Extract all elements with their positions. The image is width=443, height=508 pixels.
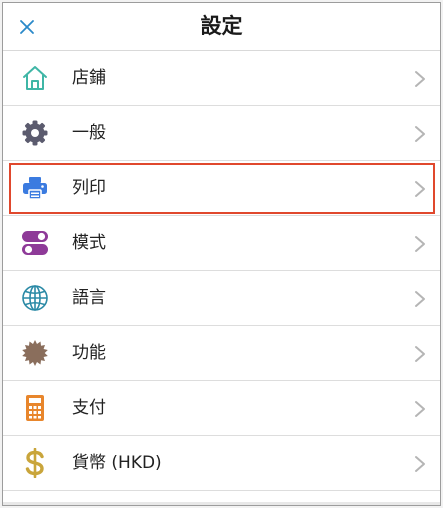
chevron-right-icon: [415, 181, 425, 197]
settings-item-label: 語言: [72, 288, 106, 308]
footer-divider: [3, 502, 440, 505]
settings-item-features[interactable]: 功能: [3, 326, 440, 381]
calculator-icon: [20, 393, 50, 423]
header: 設定: [3, 3, 440, 51]
settings-item-label: 支付: [72, 398, 106, 418]
settings-item-label: 功能: [72, 343, 106, 363]
settings-item-general[interactable]: 一般: [3, 106, 440, 161]
settings-item-language[interactable]: 語言: [3, 271, 440, 326]
chevron-right-icon: [415, 401, 425, 417]
settings-item-label: 店鋪: [72, 68, 106, 88]
chevron-right-icon: [415, 236, 425, 252]
dollar-icon: [20, 448, 50, 478]
toggle-icon: [20, 228, 50, 258]
settings-item-payment[interactable]: 支付: [3, 381, 440, 436]
chevron-right-icon: [415, 71, 425, 87]
settings-item-label: 一般: [72, 123, 106, 143]
badge-icon: [20, 338, 50, 368]
globe-icon: [20, 283, 50, 313]
settings-list: 店鋪 一般 列印 模式 語言 功能 支付 貨幣 (HKD): [3, 51, 440, 491]
chevron-right-icon: [415, 291, 425, 307]
chevron-right-icon: [415, 346, 425, 362]
gear-icon: [20, 118, 50, 148]
chevron-right-icon: [415, 126, 425, 142]
settings-item-print[interactable]: 列印: [3, 161, 440, 216]
store-icon: [20, 63, 50, 93]
settings-item-currency[interactable]: 貨幣 (HKD): [3, 436, 440, 491]
settings-item-mode[interactable]: 模式: [3, 216, 440, 271]
settings-item-store[interactable]: 店鋪: [3, 51, 440, 106]
chevron-right-icon: [415, 456, 425, 472]
settings-item-label: 模式: [72, 233, 106, 253]
page-title: 設定: [200, 14, 243, 38]
settings-item-label: 貨幣 (HKD): [72, 453, 162, 473]
settings-item-label: 列印: [72, 178, 106, 198]
settings-panel: 設定 店鋪 一般 列印 模式 語言 功能 支付 貨幣 (HKD): [2, 2, 441, 506]
printer-icon: [20, 173, 50, 203]
